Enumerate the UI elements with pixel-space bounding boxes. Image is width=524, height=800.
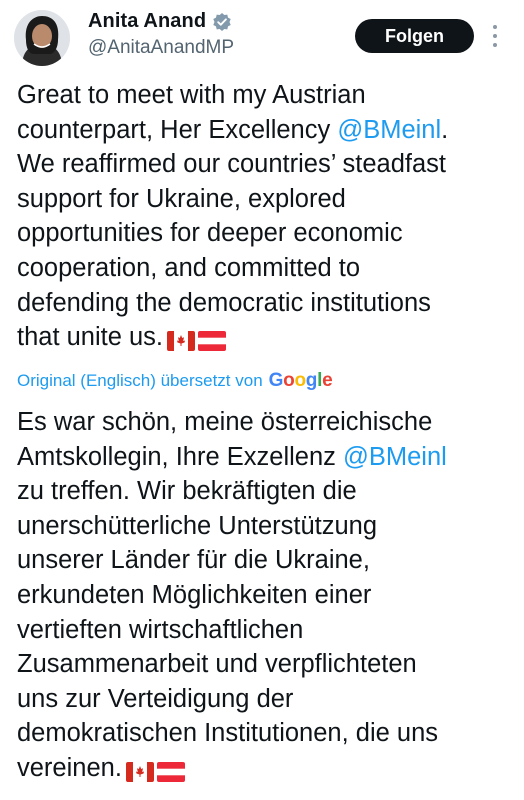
- tweet-line: unserer Länder für die Ukraine,: [17, 546, 370, 575]
- tweet-line-text: that unite us.: [17, 323, 164, 352]
- austria-flag-icon: [156, 762, 185, 783]
- tweet-line: cooperation, and committed to: [17, 253, 361, 282]
- tweet-line: defending the democratic institutions: [17, 288, 431, 317]
- tweet-text-original: Great to meet with my Austrian counterpa…: [17, 78, 517, 355]
- flags: [167, 323, 229, 358]
- tweet-line: vereinen.: [17, 751, 517, 786]
- translation-note[interactable]: Original (Englisch) übersetzt von Google: [17, 370, 333, 392]
- tweet-line: counterpart, Her Excellency @BMeinl.: [17, 113, 517, 148]
- follow-button[interactable]: Folgen: [355, 19, 474, 53]
- tweet-line: that unite us.: [17, 320, 517, 355]
- tweet-line: erkundeten Möglichkeiten einer: [17, 580, 372, 609]
- author-name[interactable]: Anita Anand: [88, 10, 206, 33]
- author-handle[interactable]: @AnitaAnandMP: [88, 37, 234, 59]
- tweet-line: vertieften wirtschaftlichen: [17, 615, 304, 644]
- tweet-line: demokratischen Institutionen, die uns: [17, 719, 438, 748]
- mention-link[interactable]: @BMeinl: [337, 116, 441, 144]
- avatar[interactable]: [14, 10, 70, 66]
- tweet-line: unerschütterliche Unterstützung: [17, 511, 378, 540]
- tweet-line-text: counterpart, Her Excellency: [17, 115, 338, 144]
- tweet-line: uns zur Verteidigung der: [17, 684, 294, 713]
- tweet-line-text: Amtskollegin, Ihre Exzellenz: [17, 442, 343, 471]
- tweet-line-text: vereinen.: [17, 753, 122, 782]
- flags: [125, 754, 188, 789]
- tweet-line: Great to meet with my Austrian: [17, 81, 366, 109]
- canada-flag-icon: [125, 762, 154, 783]
- tweet-line: opportunities for deeper economic: [17, 219, 403, 248]
- tweet-line: Es war schön, meine österreichische: [17, 408, 433, 436]
- canada-flag-icon: [167, 331, 196, 352]
- tweet-line: We reaffirmed our countries’ steadfast: [17, 150, 446, 179]
- tweet-line: Amtskollegin, Ihre Exzellenz @BMeinl: [17, 440, 517, 475]
- tweet-line: support for Ukraine, explored: [17, 184, 346, 213]
- more-options-icon[interactable]: [488, 22, 502, 50]
- tweet-text-translated: Es war schön, meine österreichische Amts…: [17, 405, 517, 786]
- tweet-header: Anita Anand @AnitaAnandMP Folgen: [0, 0, 524, 72]
- translation-note-text: Original (Englisch) übersetzt von: [17, 371, 263, 390]
- google-logo: Google: [268, 370, 333, 391]
- austria-flag-icon: [198, 331, 227, 352]
- mention-link[interactable]: @BMeinl: [343, 443, 447, 471]
- verified-badge-icon: [212, 12, 232, 32]
- tweet-line-text: .: [441, 115, 449, 144]
- tweet-line: zu treffen. Wir bekräftigten die: [17, 477, 357, 506]
- tweet-line: Zusammenarbeit und verpflichteten: [17, 650, 417, 679]
